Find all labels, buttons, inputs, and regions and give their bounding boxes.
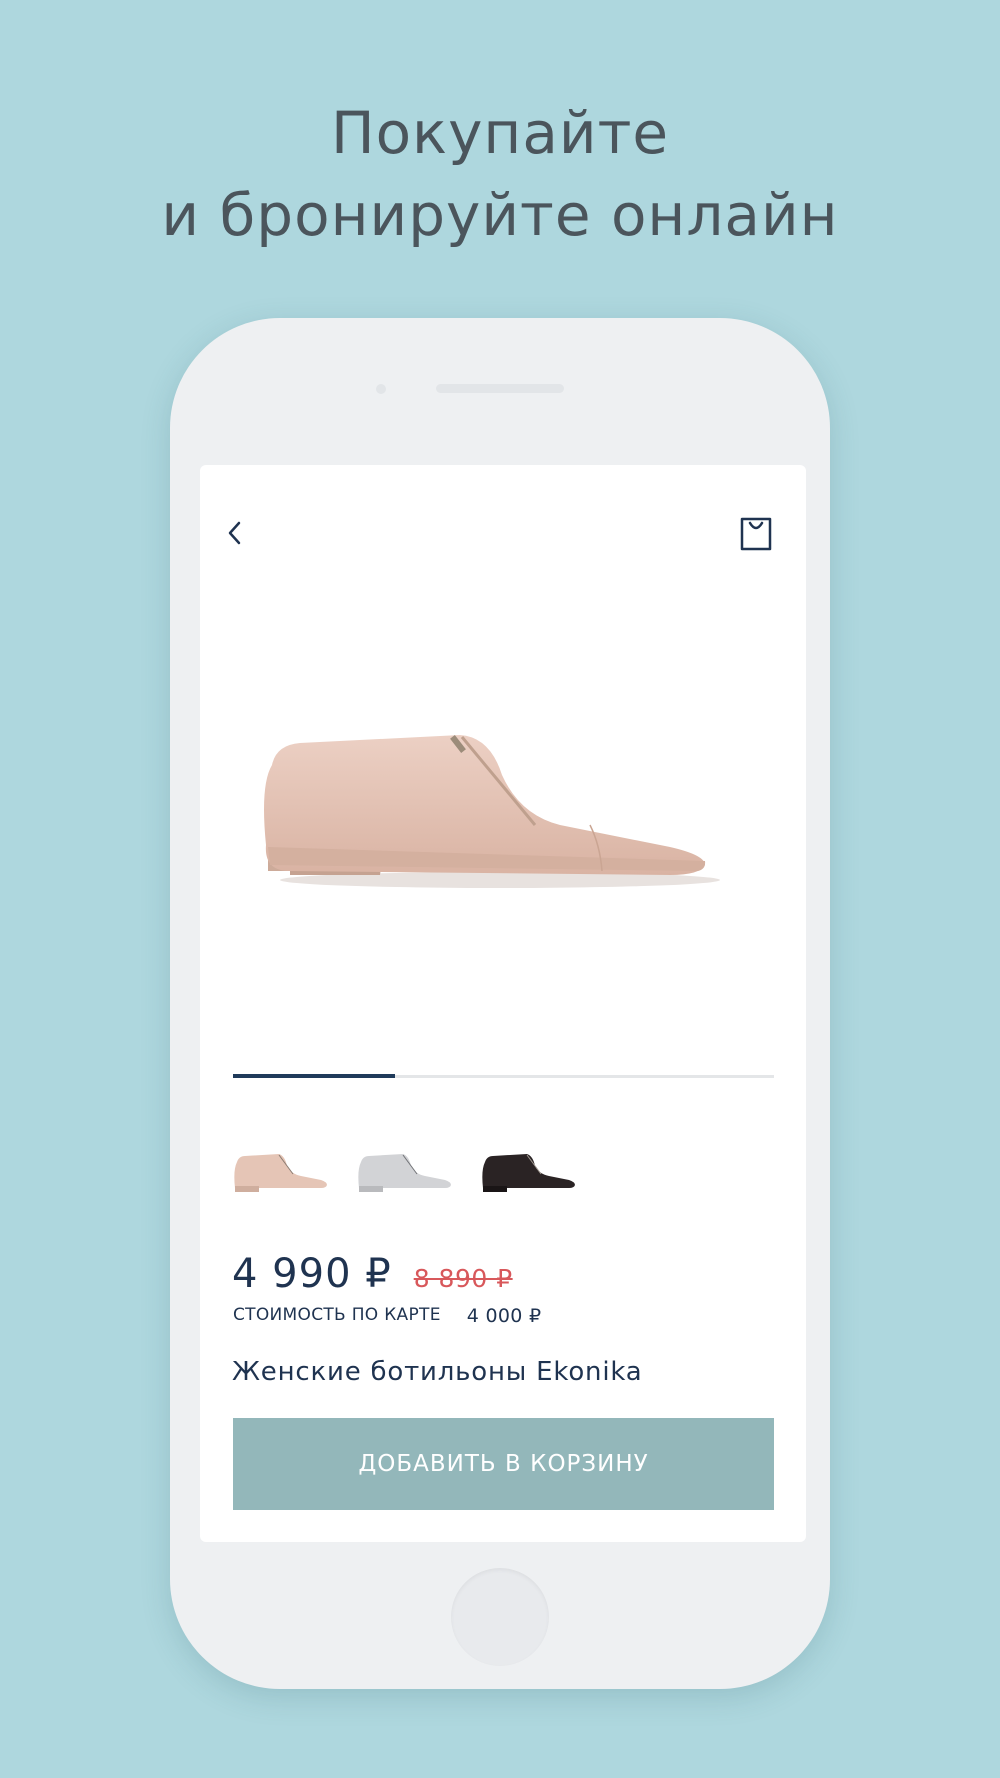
price-row: 4 990 ₽ 8 890 ₽	[232, 1251, 513, 1297]
gallery-progress-fill	[233, 1074, 396, 1078]
card-price-label: СТОИМОСТЬ ПО КАРТЕ	[233, 1305, 441, 1325]
shopping-bag-icon	[740, 517, 772, 551]
current-price: 4 990 ₽	[232, 1251, 392, 1297]
silver-shoe-thumb-icon	[358, 1154, 451, 1192]
color-thumb-beige[interactable]	[231, 1140, 329, 1200]
color-options	[231, 1140, 577, 1200]
phone-home-button	[451, 1568, 549, 1666]
color-thumb-silver[interactable]	[355, 1140, 453, 1200]
old-price: 8 890 ₽	[413, 1264, 513, 1293]
card-price-row: СТОИМОСТЬ ПО КАРТЕ 4 000 ₽	[233, 1305, 541, 1327]
headline-line-1: Покупайте	[330, 99, 670, 167]
chevron-left-icon	[228, 521, 241, 545]
cart-button[interactable]	[736, 513, 776, 555]
back-button[interactable]	[220, 515, 250, 551]
black-shoe-thumb-icon	[482, 1154, 575, 1192]
headline-line-2: и бронируйте онлайн	[161, 181, 839, 249]
phone-camera	[376, 384, 386, 394]
product-name: Женские ботильоны Ekonika	[232, 1357, 643, 1387]
card-price-value: 4 000 ₽	[466, 1305, 542, 1327]
gallery-progress	[233, 1074, 774, 1078]
app-screen: 4 990 ₽ 8 890 ₽ СТОИМОСТЬ ПО КАРТЕ 4 000…	[200, 465, 806, 1542]
color-thumb-black[interactable]	[479, 1140, 577, 1200]
add-to-cart-button[interactable]: ДОБАВИТЬ В КОРЗИНУ	[233, 1418, 774, 1510]
phone-speaker	[436, 384, 564, 393]
beige-shoe-thumb-icon	[234, 1154, 327, 1192]
shoe-illustration	[264, 735, 720, 888]
product-image[interactable]	[250, 675, 750, 905]
promo-headline: Покупайте и бронируйте онлайн	[0, 92, 1000, 256]
